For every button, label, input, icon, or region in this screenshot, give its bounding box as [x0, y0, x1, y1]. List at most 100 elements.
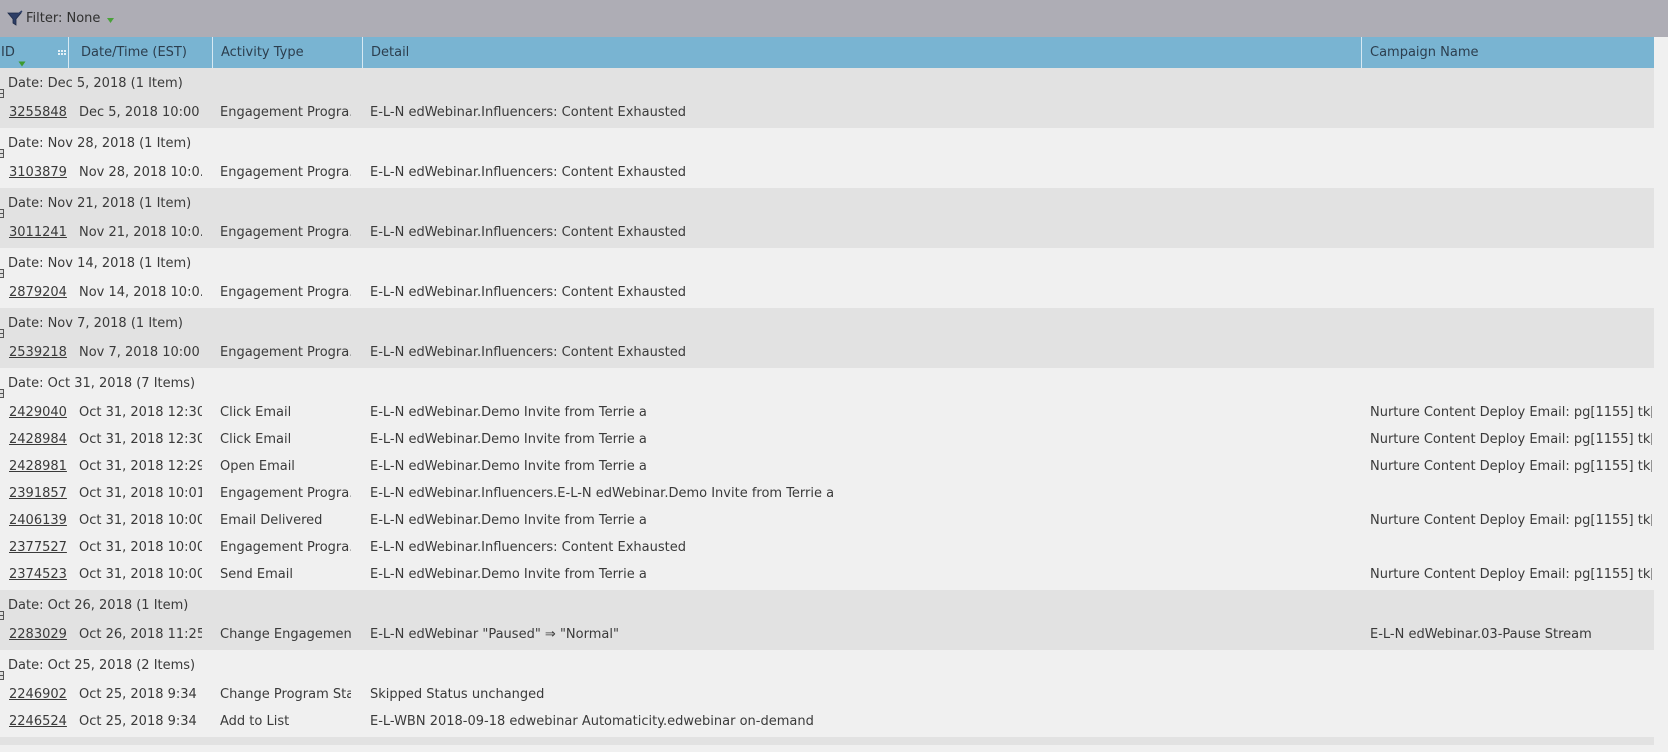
date-group: Date: Oct 31, 2018 (7 Items) 2429040 Oct 3…: [0, 368, 1654, 590]
activity-row[interactable]: 2283029 Oct 26, 2018 11:25... Change Engag…: [0, 621, 1654, 648]
activity-detail: E-L-N edWebinar.Demo Invite from Terrie …: [370, 513, 647, 528]
activity-row[interactable]: 2879204 Nov 14, 2018 10:0... Engagement Pr…: [0, 279, 1654, 306]
activity-type: Engagement Progra...: [220, 540, 351, 555]
activity-row[interactable]: 2377527 Oct 31, 2018 10:00... Engagement P…: [0, 534, 1654, 561]
column-header-activity-type[interactable]: Activity Type: [213, 37, 363, 68]
activity-id-link[interactable]: 2377527: [9, 540, 67, 555]
activity-row[interactable]: 2246902 Oct 25, 2018 9:34 ... Change Progr…: [0, 681, 1654, 708]
activity-id-link[interactable]: 3255848: [9, 105, 67, 120]
collapse-group-icon[interactable]: [0, 79, 4, 98]
activity-row[interactable]: 2374523 Oct 31, 2018 10:00... Send Email E-…: [0, 561, 1654, 588]
activity-type: Change Program Sta...: [220, 687, 351, 702]
filter-label[interactable]: Filter: None: [26, 11, 100, 26]
activity-detail: E-L-N edWebinar.Influencers: Content Exh…: [370, 105, 686, 120]
campaign-name: Nurture Content Deploy Email: pg[1155] t…: [1370, 567, 1652, 582]
activity-detail: E-L-N edWebinar.Influencers: Content Exh…: [370, 285, 686, 300]
campaign-name: Nurture Content Deploy Email: pg[1155] t…: [1370, 513, 1652, 528]
activity-type: Click Email: [220, 405, 292, 420]
activity-row[interactable]: 2539218 Nov 7, 2018 10:00 ... Engagement P…: [0, 339, 1654, 366]
activity-id-cell: 2429040: [9, 399, 69, 426]
date-group-header[interactable]: Date: Dec 5, 2018 (1 Item): [0, 68, 1654, 99]
date-group-header[interactable]: Date: Nov 28, 2018 (1 Item): [0, 128, 1654, 159]
activity-id-link[interactable]: 3103879: [9, 165, 67, 180]
filter-funnel-icon[interactable]: [6, 9, 24, 28]
date-group: Date: Nov 7, 2018 (1 Item) 2539218 Nov 7, …: [0, 308, 1654, 368]
column-header-detail[interactable]: Detail: [363, 37, 1362, 68]
activity-row[interactable]: 2246524 Oct 25, 2018 9:34 ... Add to List E…: [0, 708, 1654, 735]
activity-datetime: Nov 28, 2018 10:0...: [79, 165, 202, 180]
activity-datetime: Oct 25, 2018 9:34 ...: [79, 687, 202, 702]
activity-type: Engagement Progra...: [220, 285, 351, 300]
activity-row[interactable]: 2429040 Oct 31, 2018 12:30... Click Email E…: [0, 399, 1654, 426]
activity-id-link[interactable]: 2391857: [9, 486, 67, 501]
activity-datetime: Oct 31, 2018 12:30...: [79, 405, 202, 420]
activity-detail: E-L-WBN 2018-09-18 edwebinar Automaticit…: [370, 714, 814, 729]
activity-id-link[interactable]: 2879204: [9, 285, 67, 300]
column-header-id[interactable]: ID: [0, 37, 69, 68]
activity-id-link[interactable]: 2374523: [9, 567, 67, 582]
activity-type: Engagement Progra...: [220, 225, 351, 240]
activity-row[interactable]: 2406139 Oct 31, 2018 10:00... Email Delive…: [0, 507, 1654, 534]
column-header-id-label: ID: [1, 45, 15, 60]
date-group: Date: Oct 26, 2018 (1 Item) 2283029 Oct 26…: [0, 590, 1654, 650]
activity-id-link[interactable]: 2246524: [9, 714, 67, 729]
activity-id-cell: 2246524: [9, 708, 69, 735]
collapse-group-icon[interactable]: [0, 601, 4, 620]
activity-id-link[interactable]: 2429040: [9, 405, 67, 420]
activity-id-link[interactable]: 2283029: [9, 627, 67, 642]
activity-id-link[interactable]: 3011241: [9, 225, 67, 240]
filter-dropdown-arrow-icon[interactable]: [106, 14, 115, 23]
collapse-group-icon[interactable]: [0, 319, 4, 338]
activity-row[interactable]: 3255848 Dec 5, 2018 10:00 ... Engagement P…: [0, 99, 1654, 126]
activity-id-link[interactable]: 2539218: [9, 345, 67, 360]
activity-id-link[interactable]: 2406139: [9, 513, 67, 528]
collapse-group-icon[interactable]: [0, 259, 4, 278]
activity-detail: E-L-N edWebinar.Demo Invite from Terrie …: [370, 432, 647, 447]
date-group-header[interactable]: Date: Nov 21, 2018 (1 Item): [0, 188, 1654, 219]
collapse-group-icon[interactable]: [0, 379, 4, 398]
date-group-header[interactable]: Date: Nov 7, 2018 (1 Item): [0, 308, 1654, 339]
collapse-group-icon[interactable]: [0, 199, 4, 218]
activity-type: Send Email: [220, 567, 293, 582]
campaign-name: Nurture Content Deploy Email: pg[1155] t…: [1370, 459, 1652, 474]
date-group-label: Date: Oct 25, 2018 (2 Items): [8, 658, 196, 673]
activity-row[interactable]: 2428981 Oct 31, 2018 12:29... Open Email E-…: [0, 453, 1654, 480]
vertical-scrollbar[interactable]: [1654, 37, 1668, 752]
activity-id-cell: 2879204: [9, 279, 69, 306]
activity-type: Change Engagemen...: [220, 627, 351, 642]
activity-id-cell: 2377527: [9, 534, 69, 561]
date-group-header[interactable]: Date: Oct 26, 2018 (1 Item): [0, 590, 1654, 621]
activity-id-link[interactable]: 2246902: [9, 687, 67, 702]
campaign-name: [1370, 219, 1652, 246]
collapse-group-icon[interactable]: [0, 661, 4, 680]
activity-id-link[interactable]: 2428984: [9, 432, 67, 447]
activity-datetime: Oct 26, 2018 11:25...: [79, 627, 202, 642]
activity-detail: E-L-N edWebinar.Influencers: Content Exh…: [370, 225, 686, 240]
column-header-datetime[interactable]: Date/Time (EST): [73, 37, 213, 68]
date-group-header[interactable]: Date: Oct 25, 2018 (2 Items): [0, 650, 1654, 681]
activity-detail: E-L-N edWebinar.Influencers.E-L-N edWebi…: [370, 486, 835, 501]
activity-row[interactable]: 2428984 Oct 31, 2018 12:30... Click Email E…: [0, 426, 1654, 453]
collapse-group-icon[interactable]: [0, 139, 4, 158]
campaign-name: [1370, 279, 1652, 306]
activity-id-cell: 2374523: [9, 561, 69, 588]
date-group-header[interactable]: Date: Oct 31, 2018 (7 Items): [0, 368, 1654, 399]
activity-detail: E-L-N edWebinar.Influencers: Content Exh…: [370, 165, 686, 180]
activity-type: Click Email: [220, 432, 292, 447]
activity-detail: E-L-N edWebinar.Demo Invite from Terrie …: [370, 567, 647, 582]
activity-datetime: Nov 21, 2018 10:0...: [79, 225, 202, 240]
date-group-label: Date: Nov 7, 2018 (1 Item): [8, 316, 183, 331]
activity-row[interactable]: 3103879 Nov 28, 2018 10:0... Engagement Pr…: [0, 159, 1654, 186]
activity-id-link[interactable]: 2428981: [9, 459, 67, 474]
date-group-header[interactable]: Date: Nov 14, 2018 (1 Item): [0, 248, 1654, 279]
grid-body: Date: Dec 5, 2018 (1 Item) 3255848 Dec 5, …: [0, 68, 1654, 745]
column-header-campaign-name[interactable]: Campaign Name: [1362, 37, 1654, 68]
date-group-label: Date: Oct 31, 2018 (7 Items): [8, 376, 196, 391]
activity-row[interactable]: 2391857 Oct 31, 2018 10:01... Engagement P…: [0, 480, 1654, 507]
activity-row[interactable]: 3011241 Nov 21, 2018 10:0... Engagement Pr…: [0, 219, 1654, 246]
activity-id-cell: 2539218: [9, 339, 69, 366]
activity-datetime: Oct 31, 2018 12:30...: [79, 432, 202, 447]
activity-id-cell: 2246902: [9, 681, 69, 708]
sort-descending-icon[interactable]: [18, 49, 26, 66]
column-menu-icon[interactable]: [58, 39, 66, 55]
